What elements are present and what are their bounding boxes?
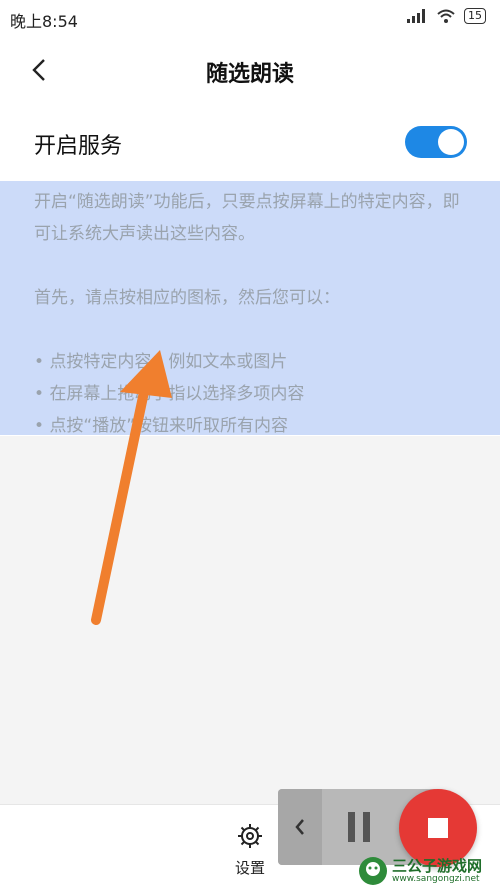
- status-icons: 15: [406, 8, 486, 24]
- chevron-left-icon: [295, 819, 304, 835]
- watermark-url: www.sangongzi.net: [392, 874, 480, 884]
- watermark: 三公子游戏网 www.sangongzi.net: [356, 854, 500, 889]
- status-time: 晚上8:54: [10, 12, 78, 31]
- wifi-icon: [437, 9, 455, 23]
- watermark-name: 三公子游戏网: [392, 857, 483, 875]
- collapse-button[interactable]: [278, 789, 322, 865]
- service-row[interactable]: 开启服务: [0, 104, 500, 180]
- stop-icon: [428, 818, 448, 838]
- description: 开启“随选朗读”功能后，只要点按屏幕上的特定内容，即可让系统大声读出这些内容。 …: [34, 186, 474, 442]
- signal-icon: [407, 9, 425, 23]
- status-bar: 晚上8:54 15: [0, 0, 500, 36]
- description-first: 首先，请点按相应的图标，然后您可以：: [34, 288, 340, 308]
- bullet-item: 点按特定内容，例如文本或图片: [34, 346, 474, 378]
- description-intro: 开启“随选朗读”功能后，只要点按屏幕上的特定内容，即可让系统大声读出这些内容。: [34, 192, 460, 244]
- bullet-item: 在屏幕上拖动手指以选择多项内容: [34, 378, 474, 410]
- pause-button[interactable]: [340, 809, 380, 845]
- settings-label: 设置: [234, 859, 265, 877]
- service-toggle[interactable]: [405, 126, 467, 158]
- page-title: 随选朗读: [205, 62, 294, 87]
- gear-icon: [238, 824, 262, 848]
- settings-button[interactable]: 设置: [226, 823, 274, 883]
- toggle-knob: [438, 129, 464, 155]
- service-label: 开启服务: [34, 134, 123, 159]
- watermark-logo-icon: [359, 857, 387, 885]
- pause-icon: [348, 812, 370, 842]
- header: 随选朗读: [0, 36, 500, 105]
- battery-icon: 15: [464, 8, 486, 24]
- empty-area: [0, 436, 500, 804]
